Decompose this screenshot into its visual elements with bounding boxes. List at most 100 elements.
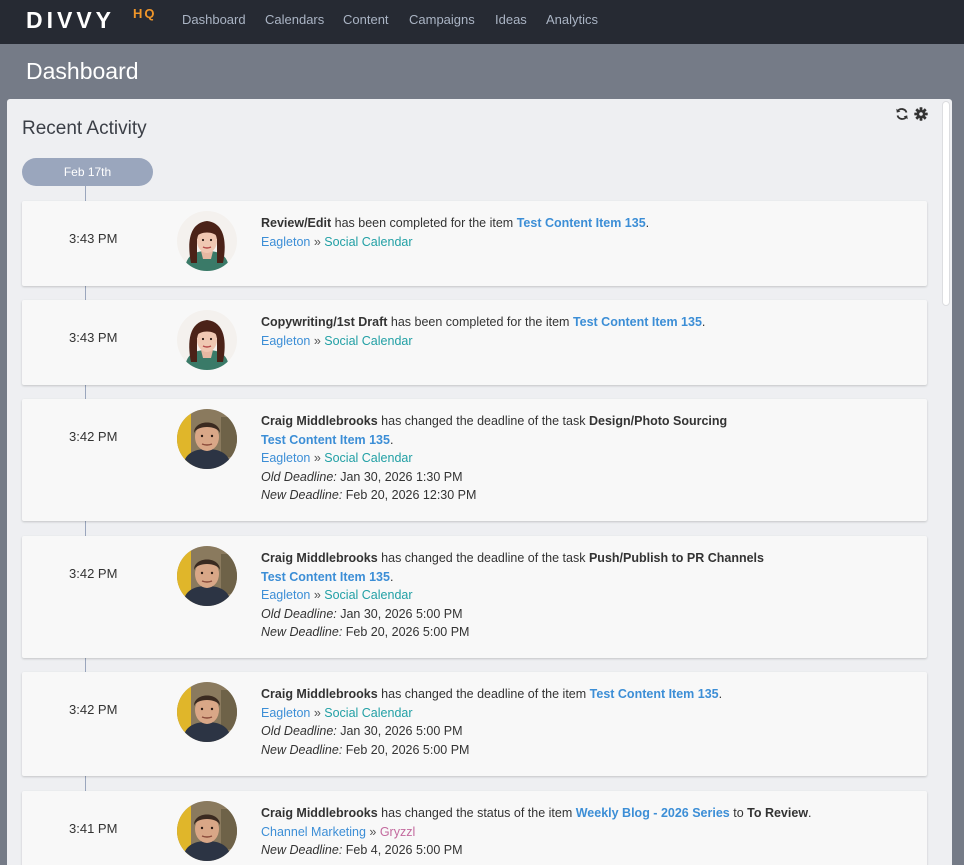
old-deadline-value: Jan 30, 2026 1:30 PM [336,469,463,484]
user-avatar[interactable] [177,801,237,861]
activity-text: has changed the deadline of the task [377,551,589,565]
user-avatar[interactable] [177,310,237,370]
org-link[interactable]: Eagleton [261,334,310,348]
activity-card: 3:43 PM Review/Edit has been completed f… [22,201,927,286]
org-link[interactable]: Eagleton [261,235,310,249]
user-avatar[interactable] [177,211,237,271]
activity-text: has changed the deadline of the task [377,414,589,428]
item-link[interactable]: Test Content Item 135 [261,433,390,447]
item-link[interactable]: Test Content Item 135 [590,687,719,701]
activity-text: has been completed for the item [387,315,573,329]
scrollbar-thumb[interactable] [942,101,950,306]
activity-text-to: to [729,806,748,820]
activity-punctuation: . [701,315,706,329]
new-deadline-value: Feb 20, 2026 12:30 PM [342,488,477,502]
old-deadline-value: Jan 30, 2026 5:00 PM [336,606,463,621]
new-deadline-label: New Deadline: [261,843,343,857]
calendar-link[interactable]: Social Calendar [324,451,412,465]
org-link[interactable]: Eagleton [261,451,310,465]
task-name: Copywriting/1st Draft [261,315,388,329]
calendar-link[interactable]: Social Calendar [324,334,412,348]
activity-content: Craig Middlebrooks has changed the statu… [261,804,901,860]
user-avatar[interactable] [177,409,237,469]
activity-text: has changed the status of the item [377,806,576,820]
nav-analytics[interactable]: Analytics [546,12,598,27]
activity-content: Review/Edit has been completed for the i… [261,214,901,251]
activity-content: Craig Middlebrooks has changed the deadl… [261,412,901,505]
breadcrumb-separator: » [310,333,325,348]
top-navigation-bar: DIVVY HQ Dashboard Calendars Content Cam… [0,0,964,44]
item-link[interactable]: Test Content Item 135 [261,570,390,584]
old-deadline-label: Old Deadline: [261,469,337,484]
activity-time: 3:42 PM [69,566,118,581]
logo-wordmark: DIVVY [26,7,116,33]
user-name: Craig Middlebrooks [261,551,378,565]
status-value: To Review [747,806,809,820]
calendar-link[interactable]: Gryzzl [380,825,415,839]
new-deadline-label: New Deadline: [261,625,343,639]
woman-avatar [177,310,237,370]
calendar-link[interactable]: Social Calendar [324,706,412,720]
user-avatar[interactable] [177,682,237,742]
recent-activity-panel: Recent Activity Feb 17th 3:43 PM Review/… [7,99,952,865]
activity-card: 3:41 PM Craig Middlebrooks has changed t… [22,791,927,865]
task-name: Push/Publish to PR Channels [588,551,764,565]
nav-content[interactable]: Content [343,12,389,27]
org-link[interactable]: Eagleton [261,588,310,602]
activity-text: has changed the deadline of the item [377,687,590,701]
nav-ideas[interactable]: Ideas [495,12,527,27]
nav-dashboard[interactable]: Dashboard [182,12,246,27]
item-link[interactable]: Test Content Item 135 [573,315,702,329]
breadcrumb-separator: » [310,705,325,720]
activity-card: 3:42 PM Craig Middlebrooks has changed t… [22,399,927,521]
breadcrumb-separator: » [310,588,325,602]
refresh-icon[interactable] [895,107,909,121]
breadcrumb-separator: » [365,824,380,839]
activity-punctuation: . [389,569,394,584]
task-name: Design/Photo Sourcing [588,414,728,428]
calendar-link[interactable]: Social Calendar [324,588,412,602]
activity-punctuation: . [389,432,394,447]
new-deadline-label: New Deadline: [261,488,343,502]
breadcrumb-separator: » [310,234,325,249]
user-avatar[interactable] [177,546,237,606]
old-deadline-label: Old Deadline: [261,724,337,738]
nav-calendars[interactable]: Calendars [265,12,324,27]
user-name: Craig Middlebrooks [261,687,378,701]
old-deadline-label: Old Deadline: [261,606,337,621]
old-deadline-value: Jan 30, 2026 5:00 PM [336,724,463,738]
activity-punctuation: . [645,216,650,230]
activity-card: 3:43 PM Copywriting/1st Draft has been c… [22,300,927,385]
new-deadline-value: Feb 20, 2026 5:00 PM [342,742,470,757]
activity-content: Craig Middlebrooks has changed the deadl… [261,685,901,759]
new-deadline-value: Feb 4, 2026 5:00 PM [342,843,463,857]
breadcrumb-separator: » [310,451,325,465]
activity-time: 3:42 PM [69,702,118,717]
logo-hq: HQ [133,6,157,21]
date-group-pill: Feb 17th [22,158,153,186]
man-avatar [177,409,237,469]
org-link[interactable]: Channel Marketing [261,825,366,839]
activity-punctuation: . [808,806,812,820]
activity-content: Copywriting/1st Draft has been completed… [261,313,901,350]
user-name: Craig Middlebrooks [261,414,378,428]
user-name: Craig Middlebrooks [261,806,378,820]
man-avatar [177,682,237,742]
new-deadline-value: Feb 20, 2026 5:00 PM [342,625,470,639]
calendar-link[interactable]: Social Calendar [324,235,412,249]
activity-card: 3:42 PM Craig Middlebrooks has changed t… [22,536,927,658]
item-link[interactable]: Test Content Item 135 [517,216,646,230]
new-deadline-label: New Deadline: [261,742,343,757]
task-name: Review/Edit [261,216,332,230]
activity-time: 3:41 PM [69,821,118,836]
org-link[interactable]: Eagleton [261,706,310,720]
man-avatar [177,546,237,606]
activity-text: has been completed for the item [331,216,517,230]
man-avatar [177,801,237,861]
gear-icon[interactable] [914,107,928,121]
nav-campaigns[interactable]: Campaigns [409,12,475,27]
item-link[interactable]: Weekly Blog - 2026 Series [576,806,730,820]
activity-content: Craig Middlebrooks has changed the deadl… [261,549,901,642]
activity-punctuation: . [718,687,723,701]
activity-time: 3:43 PM [69,231,118,246]
